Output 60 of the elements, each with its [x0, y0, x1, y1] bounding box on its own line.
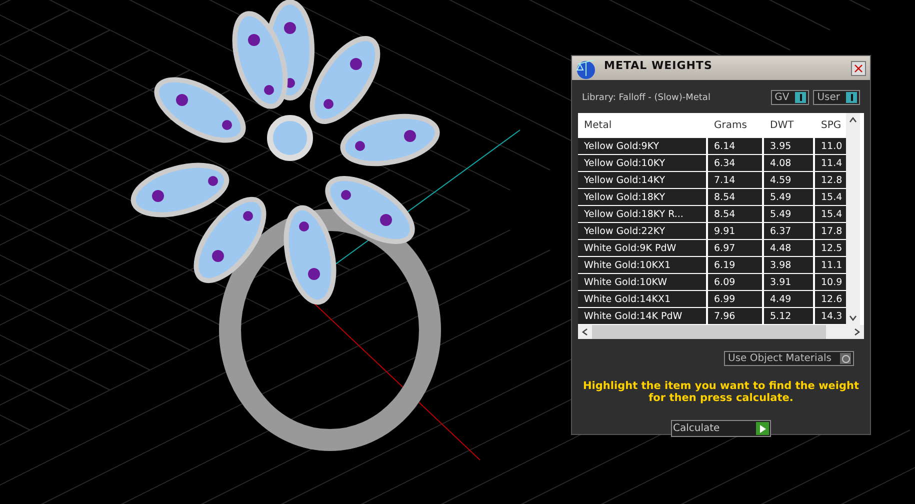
table-cell: 7.96: [708, 308, 764, 324]
table-cell: 3.95: [764, 138, 815, 154]
toggle-button[interactable]: User: [813, 90, 860, 105]
table-cell: 4.48: [764, 240, 815, 256]
table-cell: White Gold:10KX1: [578, 257, 708, 273]
table-cell: 11.1: [815, 257, 846, 273]
vertical-scrollbar[interactable]: [846, 113, 860, 325]
table-cell: 12.6: [815, 291, 846, 307]
toggle-button[interactable]: GV: [770, 90, 810, 105]
table-cell: 7.14: [708, 172, 764, 188]
table-cell: 3.98: [764, 257, 815, 273]
library-label: Library: Falloff - (Slow)-Metal: [582, 92, 712, 102]
table-cell: Yellow Gold:10KY: [578, 155, 708, 171]
table-cell: 4.08: [764, 155, 815, 171]
scroll-left-icon[interactable]: [582, 328, 588, 336]
use-object-materials-toggle[interactable]: Use Object Materials: [724, 351, 854, 366]
table-cell: White Gold:14KX1: [578, 291, 708, 307]
table-cell: 11.0: [815, 138, 846, 154]
table-cell: 8.54: [708, 189, 764, 205]
table-cell: 6.19: [708, 257, 764, 273]
hint-text: Highlight the item you want to find the weight for then press calculate.: [582, 380, 860, 404]
table-cell: 5.49: [764, 189, 815, 205]
close-icon: [854, 64, 863, 72]
table-cell: 6.14: [708, 138, 764, 154]
table-cell: 14.3: [815, 308, 846, 324]
table-cell: 6.99: [708, 291, 764, 307]
table-cell: White Gold:10KW: [578, 274, 708, 290]
table-cell: 11.4: [815, 155, 846, 171]
table-cell: 15.4: [815, 206, 846, 222]
window-title: METAL WEIGHTS: [604, 59, 714, 72]
table-cell: 6.97: [708, 240, 764, 256]
table-cell: 4.49: [764, 291, 815, 307]
play-icon: [760, 424, 766, 432]
calculate-button[interactable]: Calculate: [671, 420, 771, 437]
table-cell: 3.91: [764, 274, 815, 290]
table-cell: 12.5: [815, 240, 846, 256]
table-cell: 12.8: [815, 172, 846, 188]
scroll-up-icon[interactable]: [849, 117, 857, 123]
scroll-right-icon[interactable]: [854, 328, 860, 336]
table-cell: 6.09: [708, 274, 764, 290]
table-cell: 10.9: [815, 274, 846, 290]
table-cell: Yellow Gold:9KY: [578, 138, 708, 154]
table-cell: 4.59: [764, 172, 815, 188]
table-cell: 6.34: [708, 155, 764, 171]
table-cell: 6.37: [764, 223, 815, 239]
table-cell: Yellow Gold:18KY R...: [578, 206, 708, 222]
table-cell: Yellow Gold:22KY: [578, 223, 708, 239]
table-cell: 17.8: [815, 223, 846, 239]
table-cell: 8.54: [708, 206, 764, 222]
close-button[interactable]: [851, 60, 866, 76]
table-cell: 15.4: [815, 189, 846, 205]
table-cell: White Gold:14K PdW: [578, 308, 708, 324]
table-cell: White Gold:9K PdW: [578, 240, 708, 256]
table-cell: 5.12: [764, 308, 815, 324]
scroll-down-icon[interactable]: [849, 315, 857, 321]
table-cell: 5.49: [764, 206, 815, 222]
table-cell: Yellow Gold:18KY: [578, 189, 708, 205]
horizontal-scrollbar[interactable]: [578, 325, 864, 339]
table-cell: Yellow Gold:14KY: [578, 172, 708, 188]
table-cell: 9.91: [708, 223, 764, 239]
